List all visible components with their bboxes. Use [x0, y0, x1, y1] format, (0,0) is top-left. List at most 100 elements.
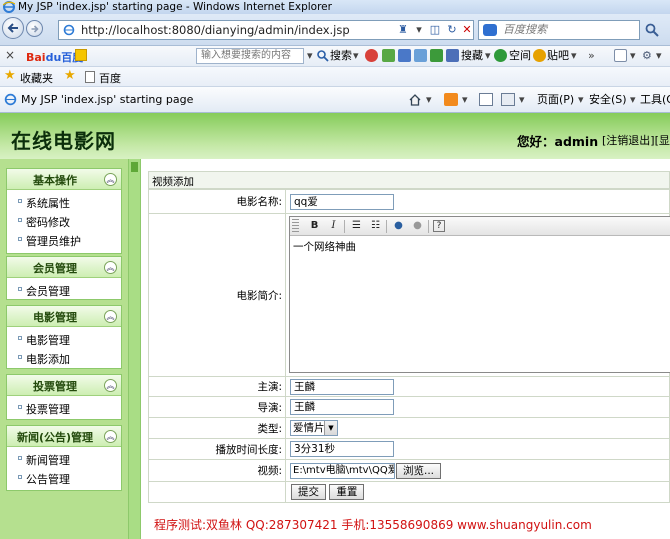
- url-dropdown-icon[interactable]: ▾: [411, 23, 427, 37]
- baidu-tieba-button[interactable]: 贴吧: [547, 48, 569, 64]
- compatibility-icon[interactable]: ◫: [427, 23, 443, 37]
- print-icon[interactable]: [501, 93, 515, 106]
- menu-group-header[interactable]: 会员管理 ︽: [7, 257, 121, 278]
- baidu-search-dropdown-icon[interactable]: ▾: [307, 48, 313, 64]
- toolbar-separator: [428, 220, 429, 233]
- forward-arrow-icon: [31, 24, 39, 33]
- splitter-handle-icon[interactable]: [131, 162, 138, 172]
- sidebar-item-admin-maintenance[interactable]: 管理员维护: [7, 230, 121, 249]
- italic-icon[interactable]: I: [326, 219, 341, 233]
- active-tab[interactable]: My JSP 'index.jsp' starting page: [21, 93, 193, 106]
- logout-link[interactable]: [注销退出]: [602, 134, 655, 147]
- unordered-list-icon[interactable]: ☷: [368, 219, 383, 233]
- address-bar: http://localhost:8080/dianying/admin/ind…: [0, 14, 670, 46]
- reset-button[interactable]: 重置: [329, 484, 365, 500]
- sidebar-item-vote-management[interactable]: 投票管理: [7, 398, 121, 417]
- plugin-translate-icon[interactable]: [430, 49, 443, 62]
- layout-dropdown-icon[interactable]: ▾: [630, 48, 636, 64]
- ordered-list-icon[interactable]: ☰: [349, 219, 364, 233]
- home-dropdown-icon[interactable]: ▾: [426, 92, 432, 108]
- director-input[interactable]: 王麟: [290, 399, 394, 415]
- tieba-dropdown-icon[interactable]: ▾: [571, 48, 577, 64]
- browser-search-field[interactable]: 百度搜索: [478, 20, 640, 40]
- bold-icon[interactable]: B: [307, 219, 322, 233]
- editor-content[interactable]: 一个网络神曲: [293, 239, 356, 254]
- baidu-search-input[interactable]: 输入想要搜索的内容: [196, 48, 304, 64]
- field-label: 类型:: [148, 417, 286, 439]
- favorites-star-icon: ★: [4, 68, 16, 83]
- link-icon[interactable]: ●: [391, 219, 406, 233]
- field-label: 视频:: [148, 459, 286, 482]
- collapse-icon[interactable]: ︽: [104, 379, 117, 392]
- submit-button[interactable]: 提交: [291, 484, 326, 500]
- baidu-paw-icon[interactable]: [75, 49, 87, 61]
- print-dropdown-icon[interactable]: ▾: [519, 92, 525, 108]
- menu-group-header[interactable]: 投票管理 ︽: [7, 375, 121, 396]
- sidebar-splitter[interactable]: [128, 159, 141, 539]
- search-icon[interactable]: [644, 22, 660, 38]
- help-icon[interactable]: ?: [433, 220, 445, 232]
- collapse-icon[interactable]: ︽: [104, 173, 117, 186]
- baidu-search-button[interactable]: 搜索: [330, 48, 352, 64]
- page-menu-dropdown-icon[interactable]: ▾: [578, 92, 584, 108]
- back-button[interactable]: [2, 17, 24, 39]
- collapse-icon[interactable]: ︽: [104, 310, 117, 323]
- menu-group-header[interactable]: 基本操作 ︽: [7, 169, 121, 190]
- sidebar-item-add-movie[interactable]: 电影添加: [7, 348, 121, 367]
- tieba-icon[interactable]: [533, 49, 546, 62]
- feeds-dropdown-icon[interactable]: ▾: [462, 92, 468, 108]
- settings-gear-icon[interactable]: ⚙: [642, 48, 652, 64]
- baidu-favorite-link[interactable]: 百度: [99, 70, 121, 86]
- sidebar-item-notice-management[interactable]: 公告管理: [7, 468, 121, 487]
- plugin-blue-icon[interactable]: [398, 49, 411, 62]
- plugin-image-icon[interactable]: [414, 49, 427, 62]
- video-file-input[interactable]: E:\mtv电脑\mtv\QQ爱.wr: [290, 462, 395, 479]
- favorites-button[interactable]: 收藏夹: [20, 70, 53, 86]
- reader-dropdown-icon[interactable]: ▾: [485, 48, 491, 64]
- home-icon[interactable]: [408, 93, 422, 106]
- select-arrow-icon[interactable]: ▼: [324, 421, 337, 435]
- type-select[interactable]: 爱情片 ▼: [290, 420, 338, 436]
- compat-view-icon[interactable]: ♜: [395, 23, 411, 37]
- unlink-icon[interactable]: ●: [410, 219, 425, 233]
- collapse-icon[interactable]: ︽: [104, 430, 117, 443]
- rich-text-editor[interactable]: B I ☰ ☷ ● ● ? 一个网络神曲: [289, 216, 670, 373]
- show-link[interactable]: [显示]: [655, 134, 670, 147]
- sidebar-item-news-management[interactable]: 新闻管理: [7, 449, 121, 468]
- safety-menu-dropdown-icon[interactable]: ▾: [630, 92, 636, 108]
- more-arrows-icon[interactable]: »: [588, 48, 595, 64]
- plugin-green-icon[interactable]: [382, 49, 395, 62]
- sidebar-item-movie-management[interactable]: 电影管理: [7, 329, 121, 348]
- space-icon[interactable]: [494, 49, 507, 62]
- sidebar-item-change-password[interactable]: 密码修改: [7, 211, 121, 230]
- stop-icon[interactable]: ✕: [459, 23, 475, 37]
- reader-icon[interactable]: [446, 49, 459, 62]
- header-links: [注销退出][显示]: [602, 132, 670, 148]
- settings-dropdown-icon[interactable]: ▾: [656, 48, 662, 64]
- refresh-circle-icon[interactable]: [365, 49, 378, 62]
- tools-menu[interactable]: 工具(O): [640, 92, 670, 108]
- url-field[interactable]: http://localhost:8080/dianying/admin/ind…: [58, 20, 474, 40]
- actor-input[interactable]: 王麟: [290, 378, 394, 395]
- menu-group-news: 新闻(公告)管理 ︽ 新闻管理 公告管理: [6, 425, 122, 491]
- feeds-icon[interactable]: [444, 93, 458, 106]
- refresh-icon[interactable]: ↻: [444, 23, 460, 37]
- sidebar-item-member-management[interactable]: 会员管理: [7, 280, 121, 299]
- browse-button[interactable]: 浏览...: [396, 462, 442, 479]
- menu-group-header[interactable]: 电影管理 ︽: [7, 306, 121, 327]
- duration-input[interactable]: 3分31秒: [290, 441, 394, 457]
- baidu-space-button[interactable]: 空间: [509, 48, 531, 64]
- close-toolbar-icon[interactable]: ×: [5, 48, 15, 62]
- baidu-reader-button[interactable]: 搜藏: [461, 48, 483, 64]
- safety-menu[interactable]: 安全(S): [589, 92, 627, 108]
- sidebar-item-system-properties[interactable]: 系统属性: [7, 192, 121, 211]
- mail-icon[interactable]: [479, 93, 493, 106]
- movie-name-input[interactable]: qq爱: [290, 193, 394, 210]
- forward-button[interactable]: [26, 20, 43, 37]
- layout-icon[interactable]: [614, 49, 627, 62]
- collapse-icon[interactable]: ︽: [104, 261, 117, 274]
- search-dropdown-icon[interactable]: ▾: [353, 48, 359, 64]
- page-menu[interactable]: 页面(P): [537, 92, 574, 108]
- menu-group-header[interactable]: 新闻(公告)管理 ︽: [7, 426, 121, 447]
- add-favorite-icon[interactable]: ★: [64, 68, 76, 83]
